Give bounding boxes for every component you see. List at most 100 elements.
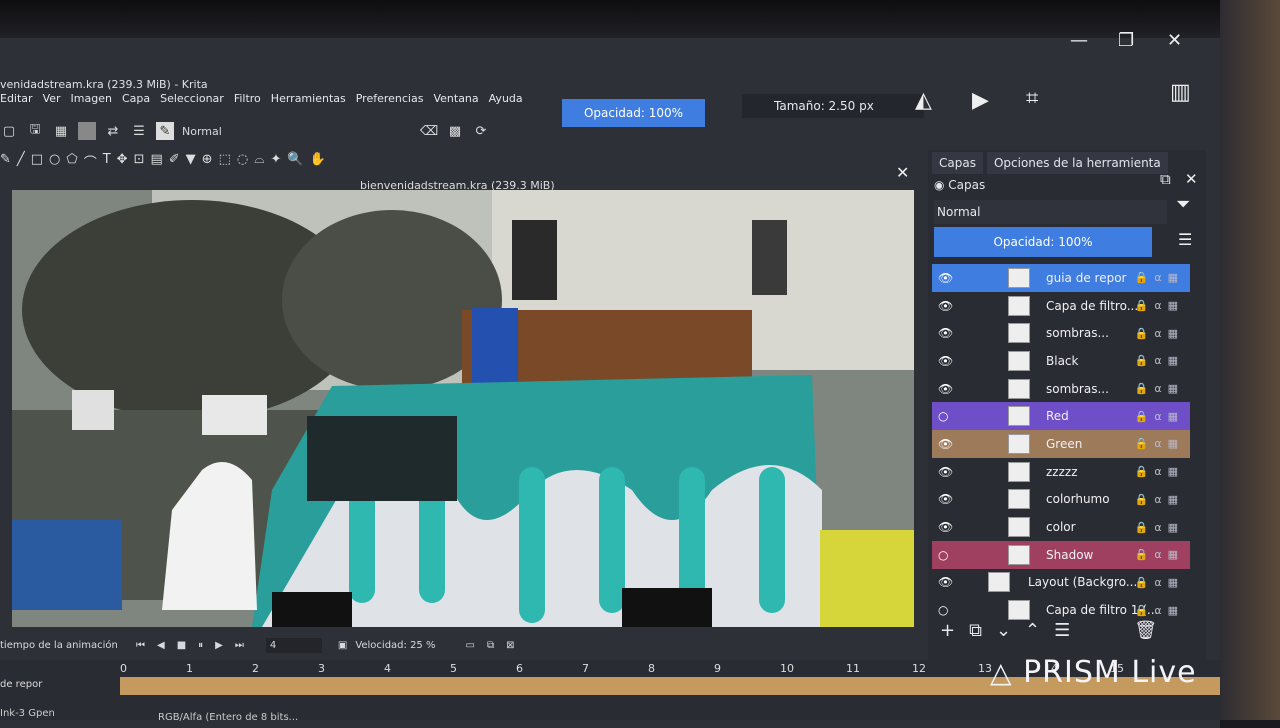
mirror-vertical-icon[interactable]: ▶ — [972, 88, 989, 113]
layer-flags-icon[interactable]: 🔒α▦ — [1135, 437, 1184, 450]
blend-mode-select[interactable]: Normal — [182, 125, 412, 138]
visibility-eye-icon[interactable]: 👁 — [938, 354, 953, 368]
visibility-eye-icon[interactable]: 👁 — [938, 326, 953, 340]
canvas[interactable] — [12, 190, 914, 627]
freehand-brush-icon[interactable]: ✎ — [0, 152, 11, 171]
layer-row[interactable]: 👁 Black 🔒α▦ — [932, 347, 1190, 375]
close-document-button[interactable]: ✕ — [896, 163, 909, 182]
path-tool-icon[interactable]: ⌒ — [84, 152, 97, 171]
layer-row[interactable]: 👁 Layout (Backgro... 🔒α▦ — [932, 569, 1190, 597]
layer-flags-icon[interactable]: 🔒α▦ — [1135, 493, 1184, 506]
layer-blend-mode-select[interactable]: Normal — [934, 200, 1167, 224]
brush-preset-icon[interactable]: ✎ — [156, 122, 174, 140]
menu-item-2[interactable]: Imagen — [71, 92, 112, 105]
menu-item-8[interactable]: Ventana — [433, 92, 478, 105]
prev-frame-icon[interactable]: ◀ — [157, 640, 165, 651]
duplicate-layer-icon[interactable]: ⧉ — [969, 620, 982, 641]
layer-flags-icon[interactable]: 🔒α▦ — [1135, 299, 1184, 312]
new-document-icon[interactable]: ▢ — [0, 122, 18, 140]
rectangle-tool-icon[interactable]: □ — [31, 152, 43, 171]
layer-flags-icon[interactable]: 🔒α▦ — [1135, 271, 1184, 284]
gradient-tool-icon[interactable]: ▤ — [150, 152, 162, 171]
ellipse-select-icon[interactable]: ◌ — [237, 152, 248, 171]
visibility-eye-icon[interactable]: 👁 — [938, 271, 953, 285]
tab-capas[interactable]: Capas — [932, 152, 983, 174]
layer-flags-icon[interactable]: 🔒α▦ — [1135, 521, 1184, 534]
layer-menu-icon[interactable]: ☰ — [1178, 230, 1192, 249]
delete-layer-icon[interactable]: 🗑 — [1134, 620, 1157, 641]
layer-row[interactable]: 👁 color 🔒α▦ — [932, 513, 1190, 541]
pause-icon[interactable]: ⏸ — [198, 640, 203, 651]
pattern-icon[interactable]: ▦ — [52, 122, 70, 140]
magic-wand-icon[interactable]: ✦ — [271, 152, 282, 171]
layer-row[interactable]: 👁 Green 🔒α▦ — [932, 430, 1190, 458]
layer-row[interactable]: 👁 guia de repor 🔒α▦ — [932, 264, 1190, 292]
menu-item-5[interactable]: Filtro — [234, 92, 261, 105]
visibility-eye-icon[interactable]: 👁 — [938, 520, 953, 534]
menu-item-4[interactable]: Seleccionar — [160, 92, 224, 105]
zoom-tool-icon[interactable]: 🔍 — [287, 152, 303, 171]
stop-icon[interactable]: ■ — [177, 640, 186, 651]
drop-frames-icon[interactable]: ⧉ — [487, 640, 494, 651]
layer-flags-icon[interactable]: 🔒α▦ — [1135, 604, 1184, 617]
visibility-eye-icon[interactable]: 👁 — [938, 299, 953, 313]
move-tool-icon[interactable]: ✥ — [117, 152, 128, 171]
gradient-icon[interactable]: ☰ — [130, 122, 148, 140]
visibility-eye-icon[interactable]: ○ — [938, 603, 948, 617]
reload-icon[interactable]: ⟳ — [472, 122, 490, 140]
swap-colors-icon[interactable]: ⇄ — [104, 122, 122, 140]
layer-row[interactable]: 👁 colorhumo 🔒α▦ — [932, 486, 1190, 514]
close-docker-icon[interactable]: ✕ — [1185, 170, 1198, 188]
layer-flags-icon[interactable]: 🔒α▦ — [1135, 327, 1184, 340]
pan-tool-icon[interactable]: ✋ — [310, 152, 326, 171]
crop-icon[interactable]: ⌗ — [1026, 86, 1038, 111]
layer-flags-icon[interactable]: 🔒α▦ — [1135, 382, 1184, 395]
add-layer-icon[interactable]: + — [940, 620, 955, 641]
visibility-eye-icon[interactable]: ○ — [938, 409, 948, 423]
close-window-button[interactable]: ✕ — [1167, 30, 1182, 51]
float-docker-icon[interactable]: ⧉ — [1160, 170, 1171, 188]
menu-item-3[interactable]: Capa — [122, 92, 150, 105]
menu-item-1[interactable]: Ver — [43, 92, 61, 105]
tab-tool-options[interactable]: Opciones de la herramienta — [986, 152, 1168, 174]
menu-item-7[interactable]: Preferencias — [356, 92, 424, 105]
layer-flags-icon[interactable]: 🔒α▦ — [1135, 354, 1184, 367]
frame-input[interactable]: 4 — [265, 637, 322, 653]
workspace-icon[interactable]: ▥ — [1170, 80, 1191, 105]
layer-flags-icon[interactable]: 🔒α▦ — [1135, 548, 1184, 561]
eraser-icon[interactable]: ⌫ — [420, 122, 438, 140]
visibility-eye-icon[interactable]: 👁 — [938, 437, 953, 451]
visibility-eye-icon[interactable]: ○ — [938, 548, 948, 562]
lasso-select-icon[interactable]: ⌓ — [254, 152, 264, 171]
move-layer-up-icon[interactable]: ⌃ — [1025, 620, 1040, 641]
layer-row[interactable]: 👁 Capa de filtro... 🔒α▦ — [932, 292, 1190, 320]
minimize-button[interactable]: — — [1070, 30, 1088, 51]
measure-tool-icon[interactable]: ⊕ — [202, 152, 213, 171]
color-picker-icon[interactable]: ✐ — [169, 152, 180, 171]
last-frame-icon[interactable]: ⏭ — [235, 640, 244, 651]
menu-item-9[interactable]: Ayuda — [489, 92, 523, 105]
visibility-eye-icon[interactable]: 👁 — [938, 465, 953, 479]
layer-row[interactable]: 👁 sombras... 🔒α▦ — [932, 375, 1190, 403]
save-icon[interactable]: 🖫 — [26, 122, 44, 140]
menu-item-0[interactable]: Editar — [0, 92, 33, 105]
layer-flags-icon[interactable]: 🔒α▦ — [1135, 465, 1184, 478]
alpha-lock-icon[interactable]: ▩ — [446, 122, 464, 140]
layer-row[interactable]: 👁 sombras... 🔒α▦ — [932, 319, 1190, 347]
text-tool-icon[interactable]: T — [103, 152, 111, 171]
move-layer-down-icon[interactable]: ⌄ — [996, 620, 1011, 641]
first-frame-icon[interactable]: ⏮ — [136, 640, 145, 651]
maximize-button[interactable]: ❐ — [1118, 30, 1134, 51]
layer-flags-icon[interactable]: 🔒α▦ — [1135, 410, 1184, 423]
ellipse-tool-icon[interactable]: ○ — [49, 152, 60, 171]
speed-input[interactable]: Velocidad: 25 % — [355, 640, 435, 651]
layer-row[interactable]: 👁 zzzzz 🔒α▦ — [932, 458, 1190, 486]
line-tool-icon[interactable]: ╱ — [17, 152, 25, 171]
brush-opacity-slider[interactable]: Opacidad: 100% — [562, 99, 705, 127]
layer-row[interactable]: ○ Red 🔒α▦ — [932, 402, 1190, 431]
filter-icon[interactable]: ⏷ — [1176, 194, 1190, 215]
transform-tool-icon[interactable]: ⊡ — [134, 152, 145, 171]
audio-icon[interactable]: ⊠ — [506, 640, 514, 651]
fill-tool-icon[interactable]: ▼ — [186, 152, 196, 171]
onion-skin-icon[interactable]: ▭ — [465, 640, 474, 651]
